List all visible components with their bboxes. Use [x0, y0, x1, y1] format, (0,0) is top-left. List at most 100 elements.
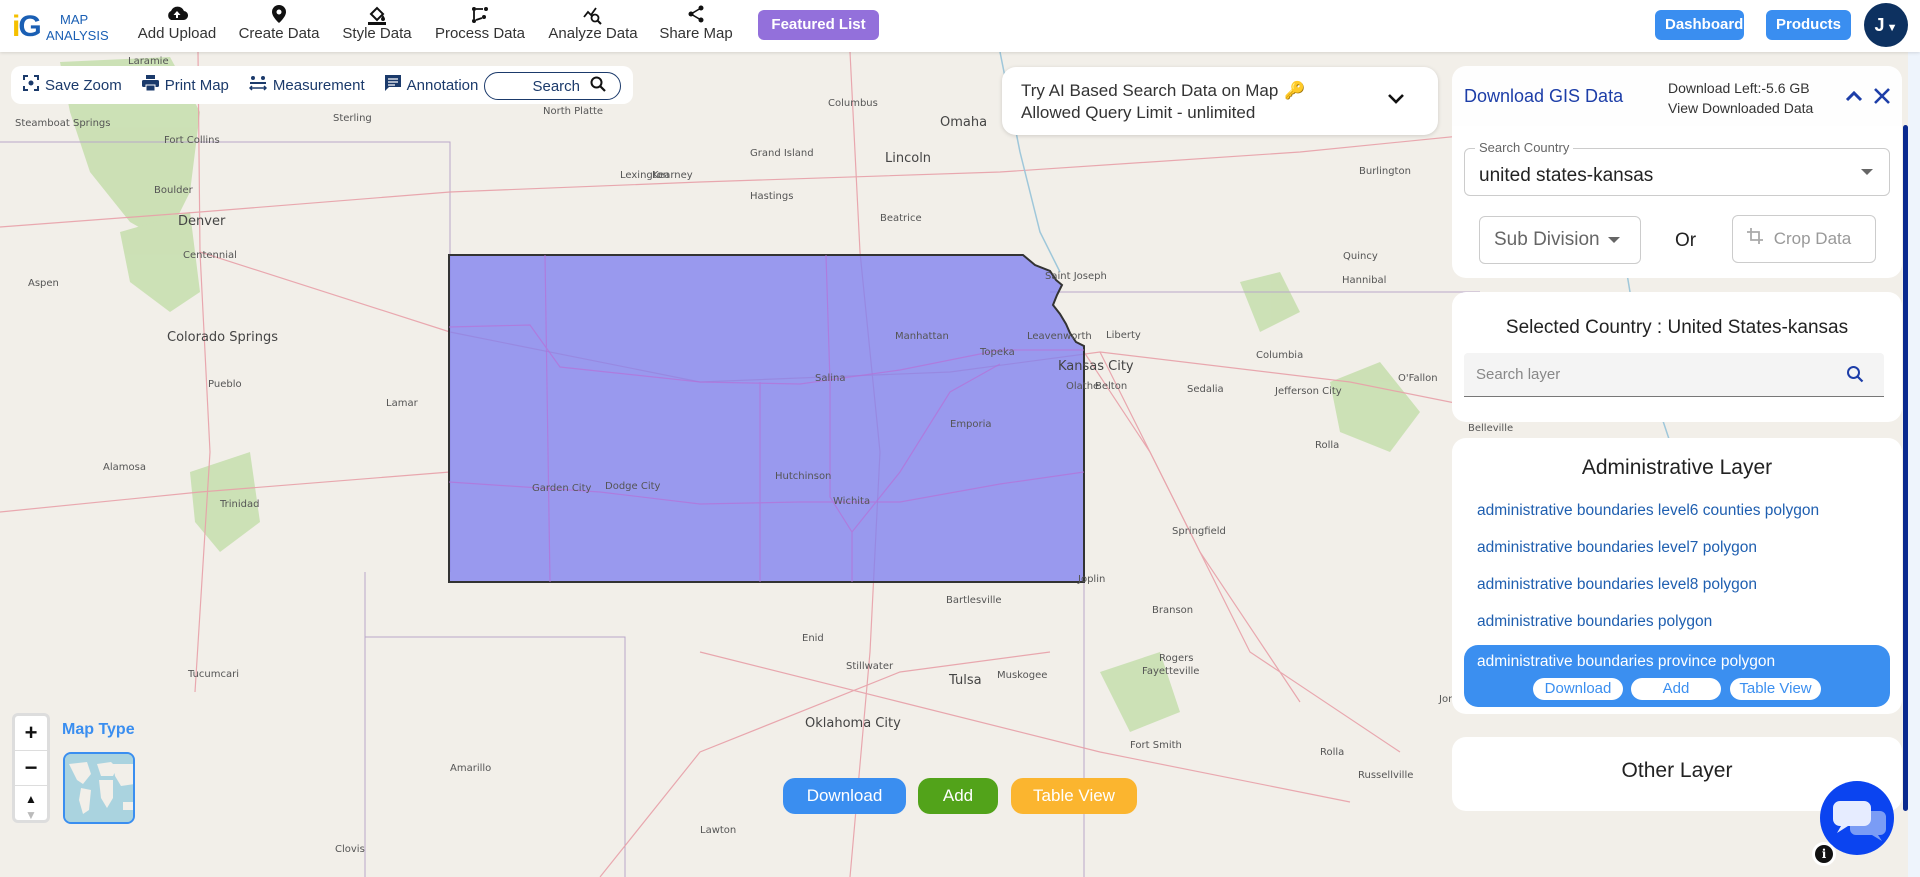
city-label: Dodge City [605, 481, 661, 492]
city-label: Fort Collins [164, 135, 220, 146]
products-button[interactable]: Products [1766, 10, 1851, 40]
dashboard-button[interactable]: Dashboard [1655, 10, 1744, 40]
nav-share-map[interactable]: Share Map [656, 5, 736, 45]
city-label: Russellville [1358, 770, 1414, 781]
user-avatar-menu[interactable]: J ▼ [1864, 3, 1908, 47]
city-label: Hutchinson [775, 471, 832, 482]
avatar-initial: J [1874, 15, 1885, 35]
city-label: Beatrice [880, 213, 922, 224]
layer-item[interactable]: administrative boundaries level6 countie… [1477, 502, 1819, 520]
focus-icon [23, 75, 39, 95]
sub-division-select[interactable]: Sub Division [1479, 216, 1641, 264]
caret-down-icon: ▼ [1886, 22, 1898, 34]
layer-download-button[interactable]: Download [1533, 678, 1623, 700]
nav-analyze-data[interactable]: Analyze Data [543, 5, 643, 45]
annotation-label: Annotation [406, 76, 479, 94]
ai-search-banner[interactable]: Try AI Based Search Data on Map 🔑 Allowed… [1002, 67, 1438, 135]
crop-data-label: Crop Data [1773, 229, 1852, 248]
search-icon[interactable] [1846, 365, 1864, 383]
city-label: Burlington [1359, 166, 1411, 177]
city-label: Fort Smith [1130, 740, 1182, 751]
chevron-up-icon[interactable] [1844, 86, 1864, 106]
info-button[interactable]: i [1812, 842, 1836, 866]
table-view-button[interactable]: Table View [1011, 778, 1137, 814]
ai-query-limit: Allowed Query Limit - unlimited [1021, 103, 1256, 122]
city-label: Lexington [620, 170, 670, 181]
layer-item[interactable]: administrative boundaries level7 polygon [1477, 539, 1757, 557]
zoom-out-button[interactable]: − [15, 751, 47, 786]
map-type-selector[interactable] [63, 752, 135, 824]
layer-table-view-button[interactable]: Table View [1730, 678, 1821, 700]
nav-style-data[interactable]: Style Data [338, 5, 416, 45]
city-label: Joplin [1078, 574, 1106, 585]
nav-share-map-label: Share Map [659, 25, 733, 42]
map-toolbar: Save Zoom Print Map Measurement Annotati… [11, 66, 633, 104]
zoom-in-button[interactable]: + [15, 716, 47, 751]
panel-scroll-track [1908, 52, 1920, 877]
city-label: Liberty [1106, 330, 1141, 341]
layer-add-button[interactable]: Add [1631, 678, 1721, 700]
city-label: Lamar [386, 398, 418, 409]
map-search-button[interactable]: Search [484, 72, 621, 100]
search-country-select[interactable]: Search Country united states-kansas [1464, 140, 1890, 196]
administrative-layer-title: Administrative Layer [1581, 456, 1773, 479]
cloud-upload-icon [133, 5, 221, 25]
chevron-down-icon[interactable] [1386, 89, 1406, 109]
city-label: Hannibal [1342, 275, 1387, 286]
featured-list-button[interactable]: Featured List [758, 10, 879, 40]
city-label: Stillwater [846, 661, 894, 672]
search-layer-input[interactable] [1476, 353, 1836, 395]
selected-layer-item[interactable]: administrative boundaries province polyg… [1464, 645, 1890, 707]
city-label: Trinidad [220, 499, 260, 510]
city-label: Lawton [700, 825, 737, 836]
logo-text-top: MAP [60, 12, 89, 27]
crop-data-button[interactable]: Crop Data [1732, 215, 1876, 263]
city-label: Springfield [1172, 526, 1226, 537]
city-label: Saint Joseph [1045, 271, 1107, 282]
city-label: Oklahoma City [805, 716, 901, 731]
nav-add-upload[interactable]: Add Upload [133, 5, 221, 45]
add-button[interactable]: Add [918, 778, 998, 814]
city-label: Garden City [532, 483, 592, 494]
world-map-thumbnail [65, 754, 133, 822]
top-navigation-bar: iG MAP ANALYSIS Add Upload Create Data S… [0, 0, 1920, 52]
city-label: Aspen [28, 278, 59, 289]
download-gis-data-title[interactable]: Download GIS Data [1464, 86, 1623, 107]
save-zoom-label: Save Zoom [45, 76, 122, 94]
print-map-label: Print Map [164, 76, 229, 94]
layer-item[interactable]: administrative boundaries level8 polygon [1477, 576, 1757, 594]
measurement-button[interactable]: Measurement [248, 75, 365, 95]
city-label: Columbus [828, 98, 878, 109]
city-label: Quincy [1343, 251, 1378, 262]
city-label: Centennial [183, 250, 237, 261]
selected-country-card: Selected Country : United States-kansas [1452, 292, 1902, 422]
print-map-button[interactable]: Print Map [141, 75, 229, 95]
search-country-value: united states-kansas [1479, 165, 1654, 186]
save-zoom-button[interactable]: Save Zoom [23, 75, 122, 95]
nav-process-data[interactable]: Process Data [430, 5, 530, 45]
city-label: Bartlesville [946, 595, 1002, 606]
other-layer-title: Other Layer [1621, 759, 1733, 782]
reset-bearing-button[interactable]: ▲ ▼ [15, 786, 47, 822]
process-icon [430, 5, 530, 25]
search-country-label: Search Country [1475, 140, 1574, 155]
close-icon[interactable] [1872, 86, 1892, 106]
app-logo[interactable]: iG MAP ANALYSIS [12, 6, 122, 46]
annotation-button[interactable]: Annotation [384, 75, 479, 95]
layer-item[interactable]: administrative boundaries polygon [1477, 613, 1712, 631]
city-label: Salina [815, 373, 846, 384]
panel-scrollbar[interactable] [1903, 125, 1908, 811]
nav-create-data[interactable]: Create Data [234, 5, 324, 45]
city-label: Steamboat Springs [15, 118, 111, 129]
city-label: Rolla [1315, 440, 1340, 451]
download-button[interactable]: Download [783, 778, 906, 814]
nav-process-data-label: Process Data [434, 25, 526, 42]
city-label: Enid [802, 633, 824, 644]
city-label: Kansas City [1058, 359, 1134, 374]
city-label: Fayetteville [1142, 666, 1200, 677]
view-downloaded-data-link[interactable]: View Downloaded Data [1668, 98, 1813, 118]
city-label: Emporia [950, 419, 992, 430]
info-icon: i [1815, 845, 1833, 863]
city-label: Grand Island [750, 148, 814, 159]
city-label: Rolla [1320, 747, 1345, 758]
